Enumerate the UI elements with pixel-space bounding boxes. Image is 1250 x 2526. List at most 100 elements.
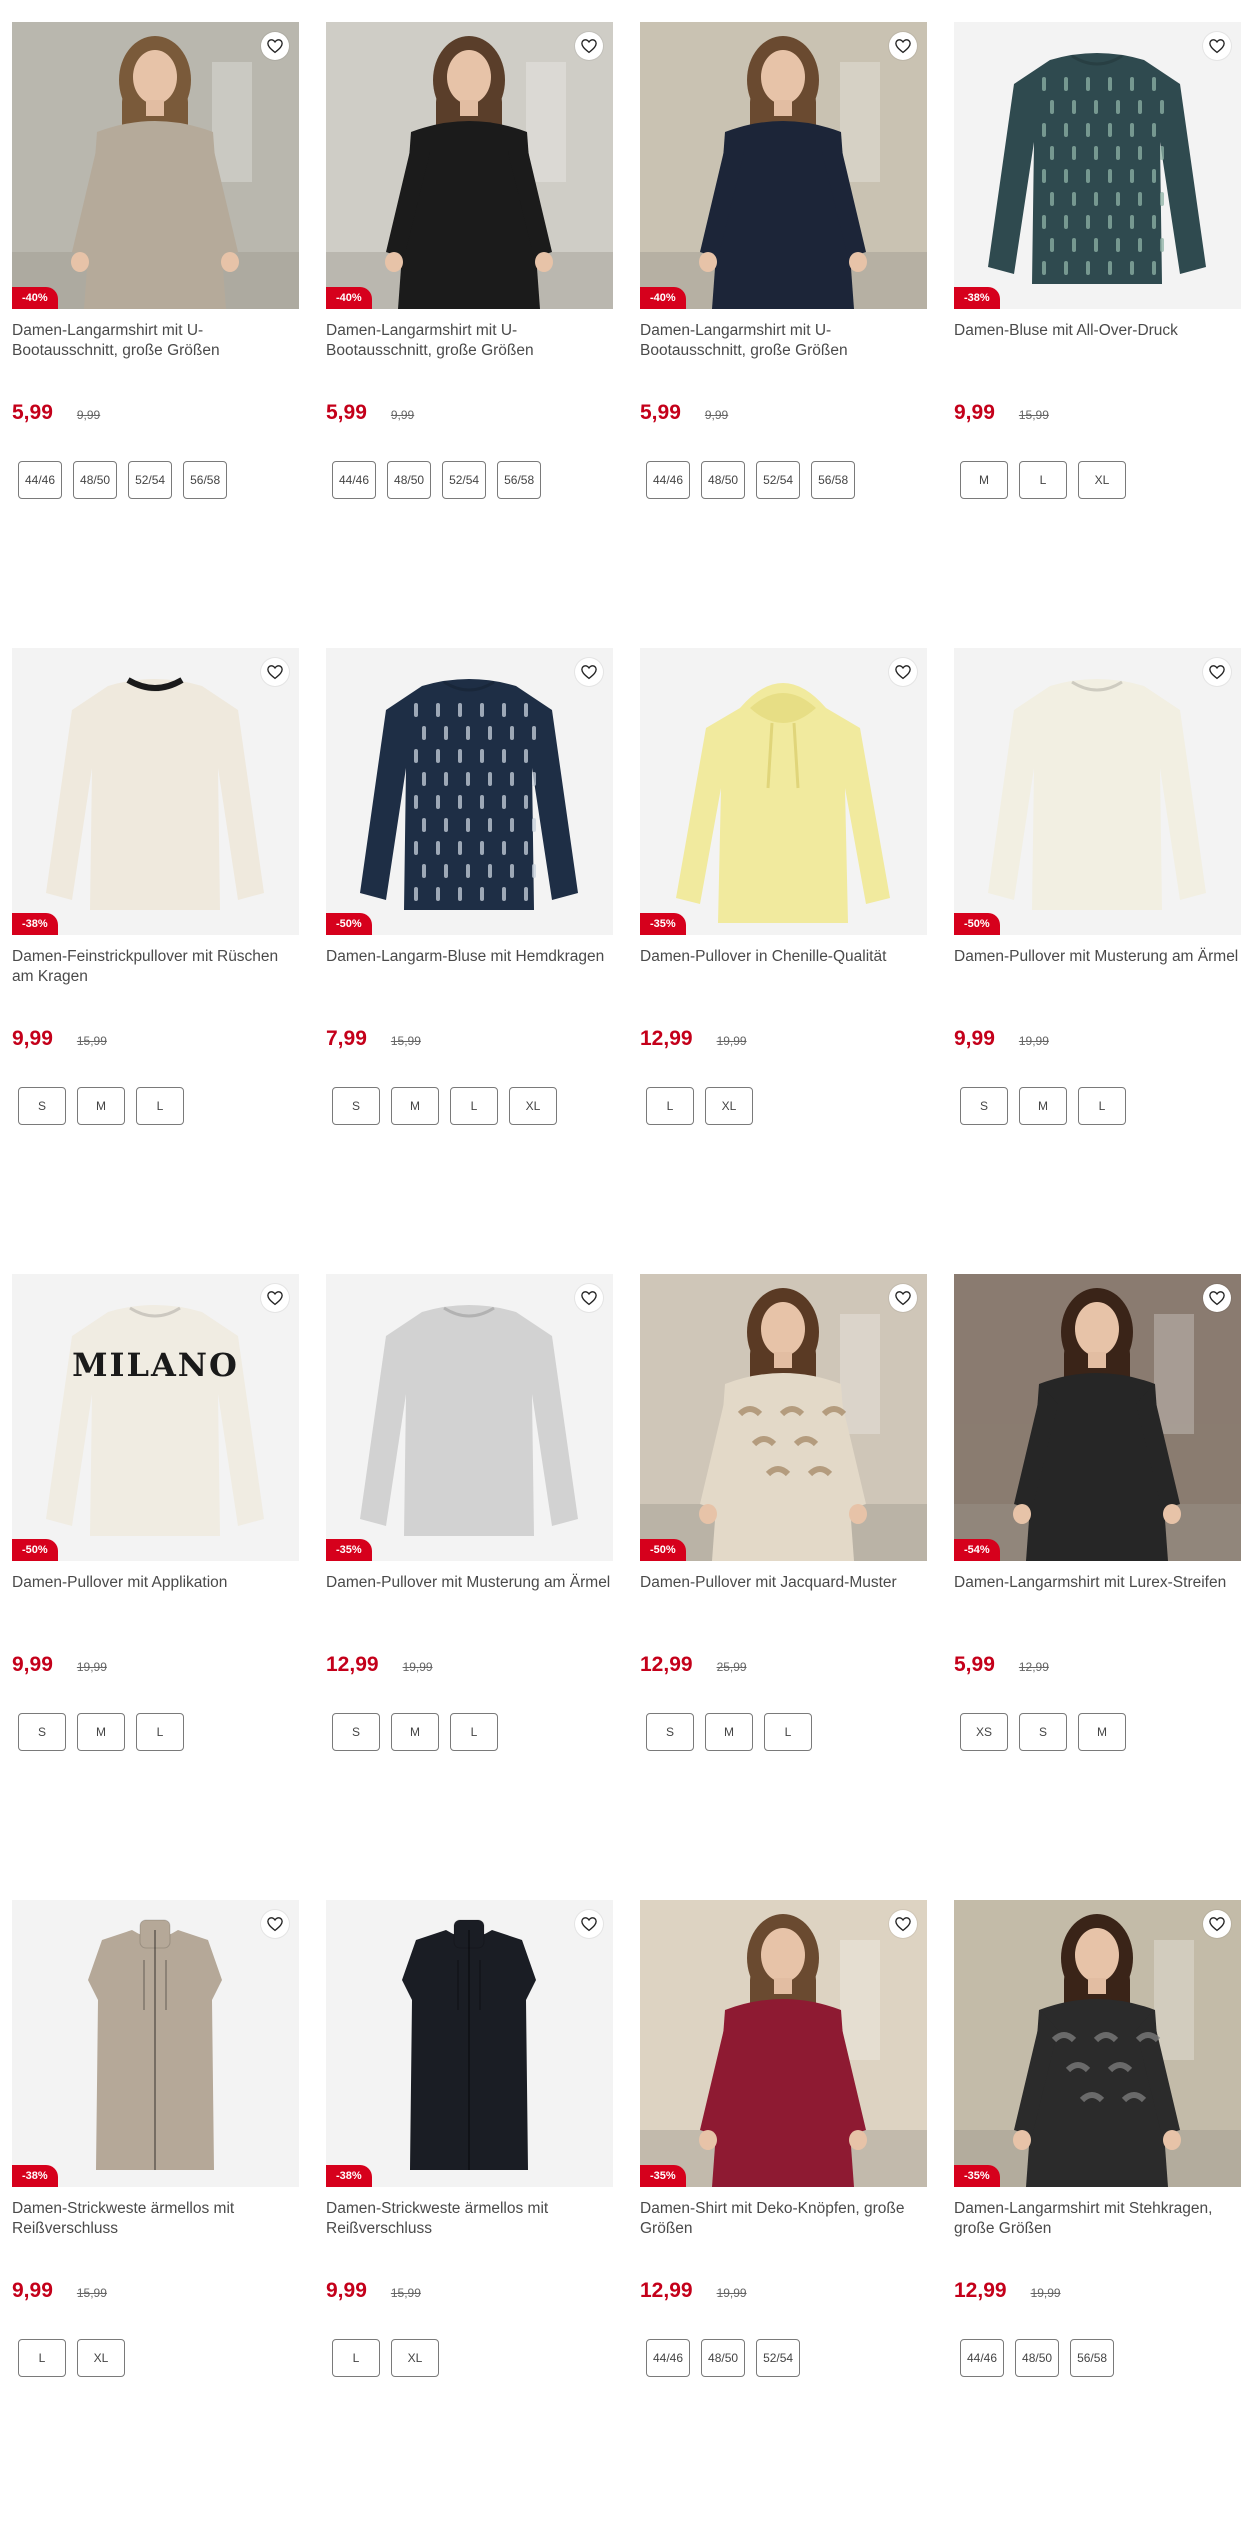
size-option[interactable]: M — [1019, 1087, 1067, 1125]
product-title[interactable]: Damen-Bluse mit All-Over-Druck — [954, 321, 1241, 401]
size-option[interactable]: M — [391, 1087, 439, 1125]
wishlist-heart-icon[interactable] — [261, 1910, 289, 1938]
size-option[interactable]: 52/54 — [442, 461, 487, 499]
size-option[interactable]: 44/46 — [18, 461, 63, 499]
size-option[interactable]: 44/46 — [646, 461, 691, 499]
size-option[interactable]: M — [1078, 1713, 1126, 1751]
size-option[interactable]: 56/58 — [497, 461, 542, 499]
wishlist-heart-icon[interactable] — [889, 32, 917, 60]
product-image[interactable]: -50% — [326, 648, 613, 935]
size-option[interactable]: 48/50 — [73, 461, 118, 499]
size-option[interactable]: 44/46 — [332, 461, 377, 499]
product-card[interactable]: -54% Damen-Langarmshirt mit Lurex-Streife… — [954, 1274, 1241, 1900]
size-option[interactable]: M — [705, 1713, 753, 1751]
wishlist-heart-icon[interactable] — [575, 658, 603, 686]
size-option[interactable]: 48/50 — [701, 461, 746, 499]
size-option[interactable]: M — [960, 461, 1008, 499]
size-option[interactable]: L — [136, 1713, 184, 1751]
product-image[interactable]: -35% — [954, 1900, 1241, 2187]
product-card[interactable]: -50% Damen-Pullover mit Jacquard-Muster 12… — [640, 1274, 927, 1900]
wishlist-heart-icon[interactable] — [1203, 1910, 1231, 1938]
product-card[interactable]: -40% Damen-Langarmshirt mit U-Bootausschn… — [640, 22, 927, 648]
wishlist-heart-icon[interactable] — [575, 1284, 603, 1312]
wishlist-heart-icon[interactable] — [575, 32, 603, 60]
product-card[interactable]: -35% Damen-Pullover mit Musterung am Ärme… — [326, 1274, 613, 1900]
wishlist-heart-icon[interactable] — [1203, 658, 1231, 686]
product-image[interactable]: -40% — [326, 22, 613, 309]
product-card[interactable]: -38% Damen-Bluse mit All-Over-Druck 9,99 15… — [954, 22, 1241, 648]
product-card[interactable]: -35% Damen-Pullover in Chenille-Qualität 1… — [640, 648, 927, 1274]
product-image[interactable]: -50% — [954, 648, 1241, 935]
size-option[interactable]: 56/58 — [811, 461, 856, 499]
product-image[interactable]: -50% — [640, 1274, 927, 1561]
size-option[interactable]: L — [1019, 461, 1067, 499]
wishlist-heart-icon[interactable] — [889, 1910, 917, 1938]
size-option[interactable]: 48/50 — [701, 2339, 746, 2377]
wishlist-heart-icon[interactable] — [889, 658, 917, 686]
product-card[interactable]: -38% Damen-Feinstrickpullover mit Rüschen… — [12, 648, 299, 1274]
product-image[interactable]: -35% — [640, 648, 927, 935]
size-option[interactable]: L — [1078, 1087, 1126, 1125]
size-option[interactable]: S — [18, 1713, 66, 1751]
size-option[interactable]: L — [450, 1713, 498, 1751]
product-card[interactable]: -35% Damen-Langarmshirt mit Stehkragen, g… — [954, 1900, 1241, 2526]
wishlist-heart-icon[interactable] — [889, 1284, 917, 1312]
size-option[interactable]: 52/54 — [756, 461, 801, 499]
product-image[interactable]: -35% — [640, 1900, 927, 2187]
product-image[interactable]: -40% — [12, 22, 299, 309]
product-card[interactable]: -50% Damen-Pullover mit Musterung am Ärme… — [954, 648, 1241, 1274]
product-card[interactable]: -40% Damen-Langarmshirt mit U-Bootausschn… — [326, 22, 613, 648]
product-card[interactable]: MILANO -50% Damen-Pullover mit Applikation… — [12, 1274, 299, 1900]
product-image[interactable]: -40% — [640, 22, 927, 309]
product-image[interactable]: -35% — [326, 1274, 613, 1561]
size-option[interactable]: XL — [1078, 461, 1126, 499]
wishlist-heart-icon[interactable] — [1203, 32, 1231, 60]
size-option[interactable]: M — [77, 1087, 125, 1125]
size-option[interactable]: S — [646, 1713, 694, 1751]
product-title[interactable]: Damen-Pullover mit Jacquard-Muster — [640, 1573, 927, 1653]
product-image[interactable]: MILANO -50% — [12, 1274, 299, 1561]
product-card[interactable]: -50% Damen-Langarm-Bluse mit Hemdkragen 7,… — [326, 648, 613, 1274]
size-option[interactable]: XL — [391, 2339, 439, 2377]
product-title[interactable]: Damen-Pullover mit Musterung am Ärmel — [954, 947, 1241, 1027]
product-card[interactable]: -38% Damen-Strickweste ärmellos mit Reißv… — [12, 1900, 299, 2526]
product-card[interactable]: -40% Damen-Langarmshirt mit U-Bootausschn… — [12, 22, 299, 648]
product-title[interactable]: Damen-Langarmshirt mit U-Bootausschnitt,… — [640, 321, 927, 401]
product-card[interactable]: -38% Damen-Strickweste ärmellos mit Reißv… — [326, 1900, 613, 2526]
size-option[interactable]: L — [18, 2339, 66, 2377]
product-title[interactable]: Damen-Langarmshirt mit U-Bootausschnitt,… — [326, 321, 613, 401]
product-image[interactable]: -38% — [326, 1900, 613, 2187]
size-option[interactable]: 52/54 — [128, 461, 173, 499]
size-option[interactable]: XS — [960, 1713, 1008, 1751]
wishlist-heart-icon[interactable] — [1203, 1284, 1231, 1312]
size-option[interactable]: XL — [77, 2339, 125, 2377]
product-title[interactable]: Damen-Strickweste ärmellos mit Reißversc… — [12, 2199, 299, 2279]
size-option[interactable]: L — [450, 1087, 498, 1125]
size-option[interactable]: 44/46 — [960, 2339, 1005, 2377]
product-image[interactable]: -38% — [12, 1900, 299, 2187]
product-title[interactable]: Damen-Langarmshirt mit U-Bootausschnitt,… — [12, 321, 299, 401]
product-title[interactable]: Damen-Langarmshirt mit Lurex-Streifen — [954, 1573, 1241, 1653]
product-title[interactable]: Damen-Pullover in Chenille-Qualität — [640, 947, 927, 1027]
size-option[interactable]: L — [136, 1087, 184, 1125]
size-option[interactable]: S — [332, 1713, 380, 1751]
size-option[interactable]: XL — [509, 1087, 557, 1125]
product-image[interactable]: -38% — [954, 22, 1241, 309]
size-option[interactable]: XL — [705, 1087, 753, 1125]
size-option[interactable]: L — [764, 1713, 812, 1751]
product-title[interactable]: Damen-Shirt mit Deko-Knöpfen, große Größ… — [640, 2199, 927, 2279]
product-title[interactable]: Damen-Feinstrickpullover mit Rüschen am … — [12, 947, 299, 1027]
size-option[interactable]: S — [960, 1087, 1008, 1125]
size-option[interactable]: S — [18, 1087, 66, 1125]
size-option[interactable]: 48/50 — [387, 461, 432, 499]
size-option[interactable]: 56/58 — [183, 461, 228, 499]
product-title[interactable]: Damen-Langarmshirt mit Stehkragen, große… — [954, 2199, 1241, 2279]
size-option[interactable]: 44/46 — [646, 2339, 691, 2377]
product-image[interactable]: -38% — [12, 648, 299, 935]
size-option[interactable]: 56/58 — [1070, 2339, 1115, 2377]
product-title[interactable]: Damen-Pullover mit Applikation — [12, 1573, 299, 1653]
size-option[interactable]: 52/54 — [756, 2339, 801, 2377]
size-option[interactable]: S — [1019, 1713, 1067, 1751]
size-option[interactable]: S — [332, 1087, 380, 1125]
product-card[interactable]: -35% Damen-Shirt mit Deko-Knöpfen, große … — [640, 1900, 927, 2526]
